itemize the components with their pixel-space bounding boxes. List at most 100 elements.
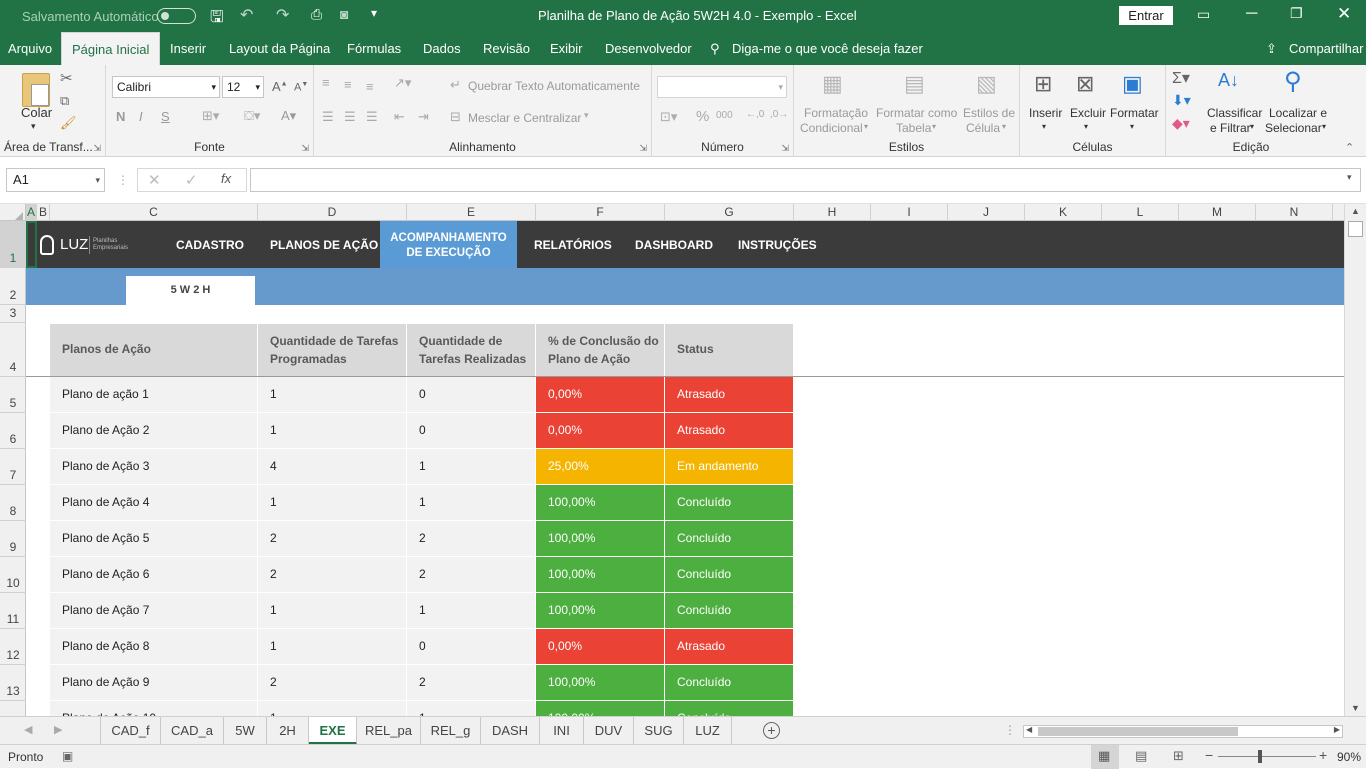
column-header[interactable]: H	[794, 204, 871, 221]
cell-realizadas[interactable]: 0	[407, 377, 535, 413]
cell-status[interactable]: Concluído	[665, 557, 793, 593]
nav-acompanhamento[interactable]: ACOMPANHAMENTO DE EXECUÇÃO	[380, 221, 517, 268]
row-header[interactable]: 8	[0, 485, 26, 521]
select-all-corner[interactable]	[0, 204, 26, 221]
sheet-tab-active[interactable]: EXE	[309, 717, 357, 745]
cell-conclusao[interactable]: 100,00%	[536, 557, 664, 593]
wrap-text-button[interactable]: Quebrar Texto Automaticamente	[468, 79, 640, 93]
minimize-icon[interactable]: ─	[1246, 5, 1257, 23]
cell-status[interactable]: Atrasado	[665, 629, 793, 665]
cell-realizadas[interactable]: 0	[407, 629, 535, 665]
share-button[interactable]: Compartilhar	[1289, 32, 1363, 65]
tab-layout[interactable]: Layout da Página	[229, 32, 330, 65]
cell-plan[interactable]: Plano de Ação 9	[50, 665, 257, 701]
cell-conclusao[interactable]: 25,00%	[536, 449, 664, 485]
camera-icon[interactable]: ◙	[340, 6, 348, 22]
sheet-tab[interactable]: REL_g	[421, 717, 481, 745]
sheet-tab[interactable]: 2H	[267, 717, 309, 745]
decrease-decimal-icon[interactable]: ,0→	[770, 109, 788, 120]
sheet-tab[interactable]: 5W	[224, 717, 267, 745]
row-header[interactable]: 2	[0, 268, 26, 305]
column-header[interactable]: B	[37, 204, 50, 221]
paste-icon[interactable]	[22, 73, 50, 107]
number-format-combo[interactable]: ▾	[657, 76, 787, 98]
font-color-icon[interactable]: A▾	[281, 108, 296, 124]
column-header[interactable]: N	[1256, 204, 1333, 221]
cell-status[interactable]: Em andamento	[665, 449, 793, 485]
format-cells-button[interactable]: Formatar	[1110, 106, 1159, 120]
cell-conclusao[interactable]: 100,00%	[536, 701, 664, 716]
normal-view-icon[interactable]: ▦	[1091, 745, 1119, 769]
cell-conclusao[interactable]: 100,00%	[536, 593, 664, 629]
cell-status[interactable]: Concluído	[665, 701, 793, 716]
cell-status[interactable]: Concluído	[665, 485, 793, 521]
format-cells-dropdown-icon[interactable]: ▾	[1130, 122, 1134, 131]
restore-icon[interactable]: ❐	[1290, 5, 1303, 22]
cell-realizadas[interactable]: 2	[407, 557, 535, 593]
tab-exibir[interactable]: Exibir	[550, 32, 583, 65]
insert-cells-dropdown-icon[interactable]: ▾	[1042, 122, 1046, 131]
row-header[interactable]: 6	[0, 413, 26, 449]
horizontal-scroll-thumb[interactable]	[1038, 727, 1238, 736]
autosum-icon[interactable]: Σ▾	[1172, 68, 1190, 88]
cell-status[interactable]: Concluído	[665, 593, 793, 629]
sheet-tab[interactable]: DUV	[584, 717, 634, 745]
clipboard-launcher-icon[interactable]: ⇲	[93, 143, 101, 154]
cell-realizadas[interactable]: 2	[407, 665, 535, 701]
align-center-icon[interactable]: ☰	[344, 109, 356, 125]
insert-function-icon[interactable]: fx	[221, 171, 231, 186]
formula-input[interactable]	[250, 168, 1361, 192]
row-header[interactable]: 5	[0, 377, 26, 413]
align-left-icon[interactable]: ☰	[322, 109, 334, 125]
paste-button[interactable]: Colar	[21, 105, 52, 120]
cell-plan[interactable]: Plano de Ação 6	[50, 557, 257, 593]
name-box[interactable]: A1 ▾	[6, 168, 105, 192]
cell-programadas[interactable]: 1	[258, 593, 406, 629]
cell-plan[interactable]: Plano de Ação 4	[50, 485, 257, 521]
insert-cells-icon[interactable]: ⊞	[1034, 71, 1052, 97]
align-middle-icon[interactable]: ≡	[344, 77, 352, 92]
row-header[interactable]: 10	[0, 557, 26, 593]
sheet-tab[interactable]: DASH	[481, 717, 540, 745]
column-header[interactable]: C	[50, 204, 258, 221]
prev-sheet-icon[interactable]: ◀	[24, 723, 32, 736]
cell-plan[interactable]: Plano de Ação 2	[50, 413, 257, 449]
cell-conclusao[interactable]: 0,00%	[536, 377, 664, 413]
nav-dashboard[interactable]: DASHBOARD	[635, 238, 713, 252]
nav-instrucoes[interactable]: INSTRUÇÕES	[738, 238, 817, 252]
autosave-toggle[interactable]	[157, 8, 196, 24]
wrap-text-icon[interactable]: ↵	[450, 77, 461, 93]
orientation-icon[interactable]: ↗▾	[394, 75, 411, 91]
scroll-down-icon[interactable]: ▼	[1351, 703, 1360, 713]
format-table-label-1[interactable]: Formatar como	[876, 106, 957, 120]
sort-filter-icon[interactable]: A↓	[1218, 70, 1239, 91]
column-header[interactable]: L	[1102, 204, 1179, 221]
column-header[interactable]: K	[1025, 204, 1102, 221]
row-header[interactable]: 12	[0, 629, 26, 665]
tab-formulas[interactable]: Fórmulas	[347, 32, 401, 65]
font-name-combo[interactable]: Calibri ▾	[112, 76, 220, 98]
cell-programadas[interactable]: 1	[258, 485, 406, 521]
shrink-font-icon[interactable]: A▼	[294, 81, 308, 94]
cell-styles-dropdown-icon[interactable]: ▾	[1002, 122, 1006, 131]
cell-programadas[interactable]: 1	[258, 377, 406, 413]
cell-styles-label-1[interactable]: Estilos de	[963, 106, 1015, 120]
cell-realizadas[interactable]: 1	[407, 485, 535, 521]
scroll-thumb[interactable]	[1348, 221, 1363, 237]
nav-relatorios[interactable]: RELATÓRIOS	[534, 238, 612, 252]
cell-conclusao[interactable]: 0,00%	[536, 629, 664, 665]
cell-conclusao[interactable]: 100,00%	[536, 521, 664, 557]
cell-plan[interactable]: Plano de Ação 5	[50, 521, 257, 557]
fill-icon[interactable]: ⬇▾	[1172, 92, 1191, 109]
font-launcher-icon[interactable]: ⇲	[301, 143, 309, 154]
sheet-tab[interactable]: INI	[540, 717, 584, 745]
find-select-label-2[interactable]: Selecionar	[1265, 121, 1322, 135]
align-top-icon[interactable]: ≡	[322, 75, 330, 90]
nav-cadastro[interactable]: CADASTRO	[176, 238, 244, 252]
next-sheet-icon[interactable]: ▶	[54, 723, 62, 736]
find-select-dropdown-icon[interactable]: ▾	[1322, 122, 1326, 131]
cell-programadas[interactable]: 1	[258, 701, 406, 716]
cell-realizadas[interactable]: 1	[407, 701, 535, 716]
tab-arquivo[interactable]: Arquivo	[8, 32, 52, 65]
merge-center-icon[interactable]: ⊟	[450, 109, 461, 125]
